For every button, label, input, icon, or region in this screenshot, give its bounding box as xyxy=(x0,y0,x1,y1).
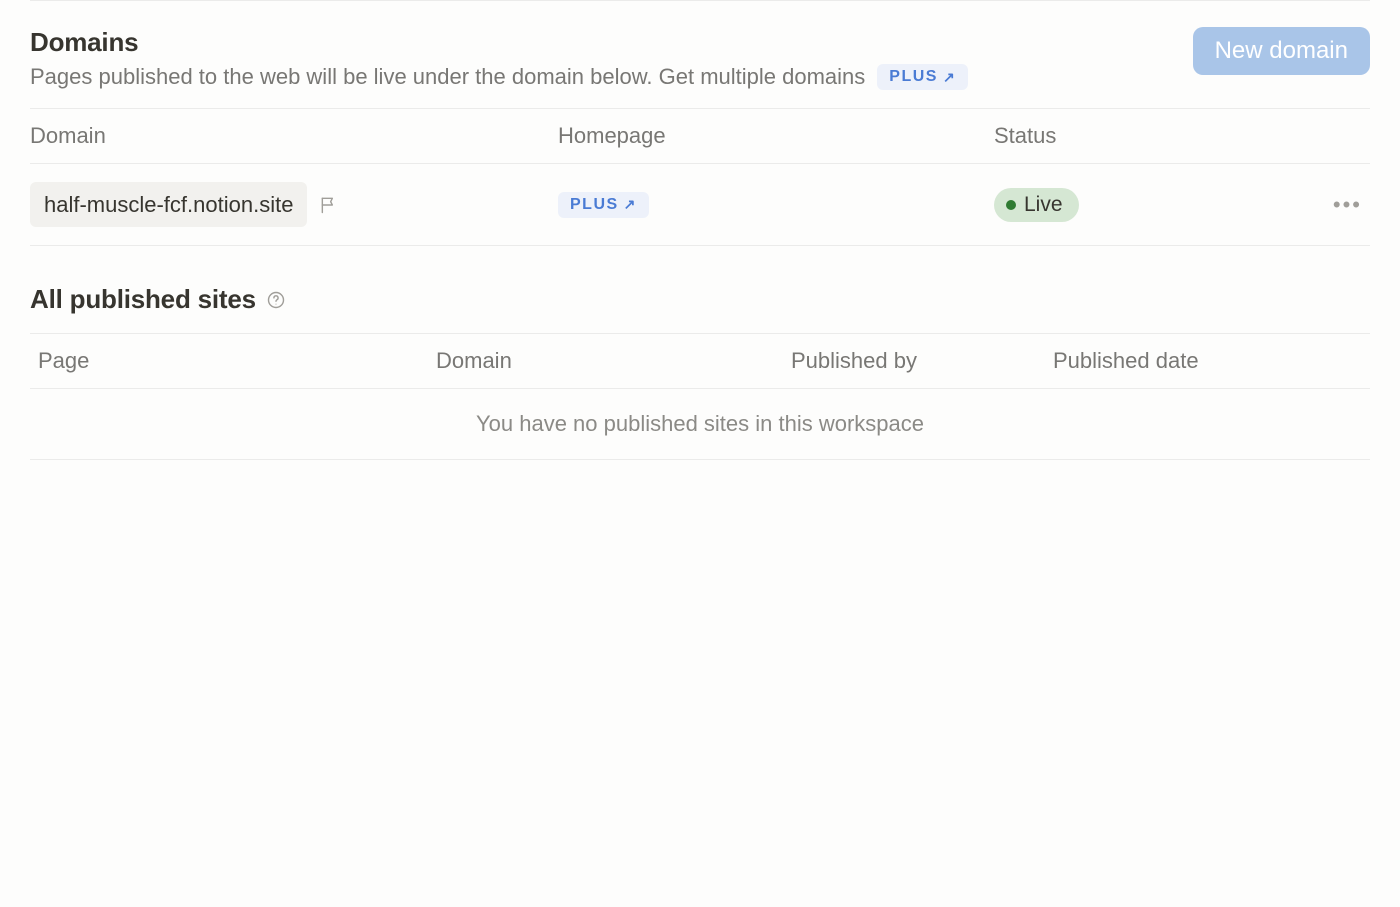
domains-subtitle: Pages published to the web will be live … xyxy=(30,64,865,90)
published-sites-title: All published sites xyxy=(30,284,256,315)
column-header-status: Status xyxy=(994,123,1310,149)
empty-state-message: You have no published sites in this work… xyxy=(30,389,1370,460)
new-domain-button[interactable]: New domain xyxy=(1193,27,1370,75)
status-badge: Live xyxy=(994,188,1079,222)
domains-table-header: Domain Homepage Status xyxy=(30,108,1370,164)
domain-name-chip[interactable]: half-muscle-fcf.notion.site xyxy=(30,182,307,227)
plus-badge-label: PLUS xyxy=(889,68,938,86)
plus-badge-label: PLUS xyxy=(570,196,619,214)
plus-upgrade-badge-homepage[interactable]: PLUS ↗ xyxy=(558,192,649,218)
help-icon[interactable] xyxy=(266,290,286,310)
domains-title: Domains xyxy=(30,27,1193,58)
table-row: half-muscle-fcf.notion.site PLUS ↗ Live xyxy=(30,164,1370,246)
domains-subtitle-row: Pages published to the web will be live … xyxy=(30,64,1193,90)
sites-table-header: Page Domain Published by Published date xyxy=(30,333,1370,389)
flag-icon[interactable] xyxy=(319,195,339,215)
column-header-published-date: Published date xyxy=(1053,348,1370,374)
plus-upgrade-badge-header[interactable]: PLUS ↗ xyxy=(877,64,968,90)
arrow-up-right-icon: ↗ xyxy=(943,69,956,86)
column-header-published-by: Published by xyxy=(791,348,1053,374)
more-options-button[interactable]: ••• xyxy=(1325,188,1370,222)
column-header-homepage: Homepage xyxy=(558,123,994,149)
domains-header: Domains Pages published to the web will … xyxy=(30,1,1370,108)
column-header-site-domain: Domain xyxy=(436,348,791,374)
status-label: Live xyxy=(1024,193,1063,217)
arrow-up-right-icon: ↗ xyxy=(624,196,637,213)
more-horizontal-icon: ••• xyxy=(1333,192,1362,217)
column-header-page: Page xyxy=(38,348,436,374)
status-dot-icon xyxy=(1006,200,1016,210)
published-sites-header: All published sites xyxy=(30,246,1370,333)
column-header-domain: Domain xyxy=(30,123,558,149)
